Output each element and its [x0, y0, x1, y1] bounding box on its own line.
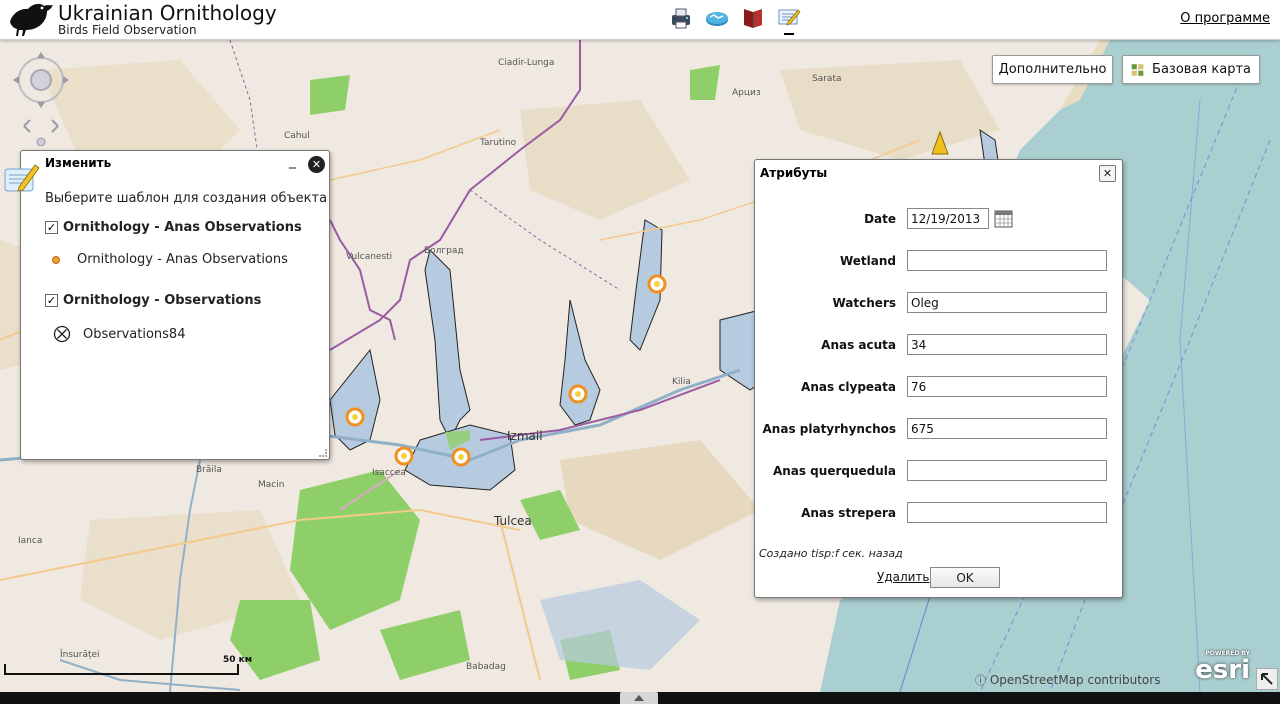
pan-zoom-control[interactable]: [12, 46, 70, 146]
map-label-bolgrad: Болград: [424, 246, 464, 256]
anas-clypeata-label: Anas clypeata: [801, 380, 896, 394]
created-text: Создано tisp:f сек. назад: [759, 547, 903, 560]
map-label-ianca: Ianca: [18, 536, 43, 546]
expand-icon[interactable]: [1256, 668, 1278, 690]
map-label-ciadir: Ciadir-Lunga: [498, 58, 555, 68]
orange-dot-icon: [52, 255, 60, 264]
layer-checkbox[interactable]: ✓: [45, 294, 58, 307]
observation-marker[interactable]: [394, 446, 414, 466]
edit-panel: Изменить _ ✕ Выберите шаблон для создани…: [4, 150, 330, 460]
attribution: ⓘ OpenStreetMap contributors: [975, 672, 1160, 688]
map-label-tulcea: Tulcea: [494, 514, 532, 528]
map-label-kilia: Kilia: [672, 377, 691, 387]
more-button[interactable]: Дополнительно: [992, 55, 1113, 84]
basemap-button[interactable]: Базовая карта: [1122, 55, 1260, 84]
print-icon[interactable]: [668, 5, 694, 31]
app-title: Ukrainian Ornithology: [58, 1, 277, 25]
edit-hint: Выберите шаблон для создания объекта: [45, 191, 328, 206]
map-label-braila: Brăila: [196, 465, 222, 475]
map-label-insuratei: Însurăței: [60, 650, 100, 660]
book-icon[interactable]: [740, 5, 766, 31]
anas-querquedula-label: Anas querquedula: [772, 464, 896, 478]
bird-logo-icon: [10, 3, 53, 37]
esri-logo[interactable]: POWERED BY esri: [1188, 650, 1250, 686]
bottom-toggle-button[interactable]: [620, 692, 658, 704]
measure-icon[interactable]: [704, 5, 730, 31]
close-button[interactable]: ✕: [308, 156, 325, 173]
date-field[interactable]: [907, 208, 989, 229]
close-button[interactable]: ✕: [1099, 165, 1116, 182]
observation-marker[interactable]: [345, 407, 365, 427]
edit-tool-icon[interactable]: [776, 5, 802, 35]
anas-acuta-field[interactable]: [907, 334, 1107, 355]
anas-clypeata-field[interactable]: [907, 376, 1107, 397]
map-label-cahul: Cahul: [284, 131, 310, 141]
attribution-text: OpenStreetMap contributors: [989, 673, 1161, 687]
template-anas-observations[interactable]: Ornithology - Anas Observations: [51, 252, 288, 267]
map-label-vulcanesti: Vulcanesti: [346, 252, 393, 262]
anas-strepera-label: Anas strepera: [801, 506, 896, 520]
date-label: Date: [864, 212, 896, 226]
wetland-label: Wetland: [839, 254, 896, 268]
about-link[interactable]: О программе: [1180, 11, 1270, 26]
map-label-macin: Macin: [258, 480, 285, 490]
template-label: Observations84: [83, 326, 186, 342]
edit-panel-title: Изменить: [45, 156, 112, 170]
ok-button[interactable]: OK: [930, 567, 1000, 588]
crossed-circle-icon: [53, 325, 71, 343]
map-label-babadag: Babadag: [466, 662, 506, 672]
resize-handle[interactable]: [319, 449, 327, 457]
map-label-arciz: Арциз: [732, 88, 761, 98]
basemap-icon: [1131, 63, 1144, 76]
minimize-button[interactable]: _: [289, 153, 296, 169]
map-label-izmail: Izmail: [507, 429, 543, 443]
watchers-label: Watchers: [832, 296, 897, 310]
layer-label: Ornithology - Observations: [63, 293, 262, 308]
wetland-field[interactable]: [907, 250, 1107, 271]
scale-label: 50 км: [223, 655, 253, 665]
attributes-title: Атрибуты: [760, 166, 828, 180]
anas-platyrhynchos-label: Anas platyrhynchos: [762, 422, 896, 436]
basemap-button-label: Базовая карта: [1152, 62, 1251, 77]
anas-strepera-field[interactable]: [907, 502, 1107, 523]
layer-anas-observations[interactable]: ✓ Ornithology - Anas Observations: [45, 220, 302, 235]
info-icon[interactable]: ⓘ: [975, 674, 986, 687]
delete-link[interactable]: Удалить: [877, 570, 930, 584]
esri-name-text: esri: [1195, 655, 1250, 685]
app-subtitle: Birds Field Observation: [58, 23, 197, 37]
chevron-up-icon: [634, 695, 644, 701]
layer-checkbox[interactable]: ✓: [45, 221, 58, 234]
anas-platyrhynchos-field[interactable]: [907, 418, 1107, 439]
watchers-field[interactable]: [907, 292, 1107, 313]
map-label-tarutino: Tarutino: [480, 138, 517, 148]
toolbar: [668, 5, 802, 35]
app-header: Ukrainian Ornithology Birds Field Observ…: [0, 0, 1280, 40]
observation-marker[interactable]: [647, 274, 667, 294]
scale-bar: [4, 664, 239, 675]
anas-querquedula-field[interactable]: [907, 460, 1107, 481]
layer-observations[interactable]: ✓ Ornithology - Observations: [45, 293, 261, 308]
attributes-dialog: Атрибуты ✕ Date Wetland Watchers Anas ac…: [754, 159, 1123, 598]
observation-marker[interactable]: [568, 384, 588, 404]
map-label-isaccea: Isaccea: [372, 468, 406, 478]
template-label: Ornithology - Anas Observations: [77, 252, 288, 267]
observation-marker[interactable]: [451, 447, 471, 467]
layer-label: Ornithology - Anas Observations: [63, 220, 302, 235]
map-label-sarata: Sarata: [812, 74, 842, 84]
template-observations84[interactable]: Observations84: [53, 325, 185, 343]
edit-notepad-icon: [4, 164, 40, 192]
anas-acuta-label: Anas acuta: [821, 338, 896, 352]
calendar-icon[interactable]: [994, 209, 1013, 228]
